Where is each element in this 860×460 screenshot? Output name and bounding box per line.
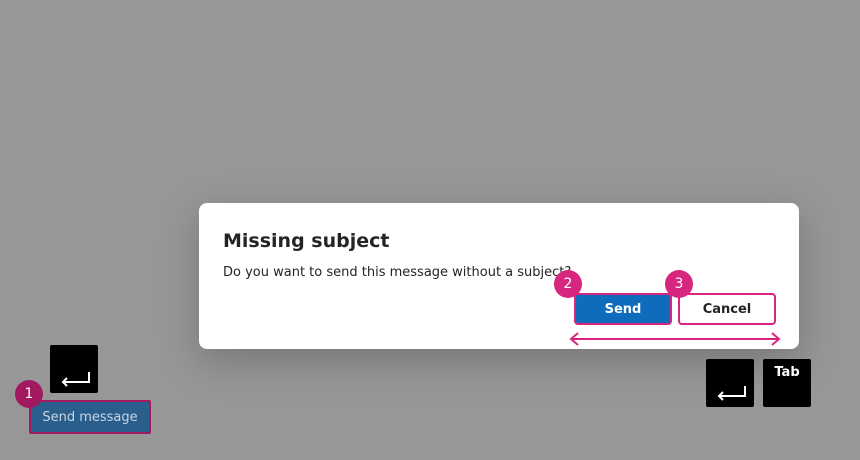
tab-key-label: Tab [774, 365, 800, 380]
send-message-button[interactable]: Send message [29, 400, 151, 434]
send-button[interactable]: Send [574, 293, 672, 325]
screen: 1 Send message Missing subject Do you wa… [0, 0, 860, 460]
step-badge-1: 1 [15, 380, 43, 408]
enter-key-icon [706, 359, 754, 407]
dialog-title: Missing subject [223, 230, 390, 252]
tab-key-icon: Tab [763, 359, 811, 407]
cancel-button[interactable]: Cancel [678, 293, 776, 325]
dialog-message: Do you want to send this message without… [223, 265, 572, 280]
enter-key-icon [50, 345, 98, 393]
step-badge-2: 2 [554, 270, 582, 298]
step-badge-3: 3 [665, 270, 693, 298]
missing-subject-dialog: Missing subject Do you want to send this… [199, 203, 799, 349]
double-arrow-icon [569, 332, 781, 346]
